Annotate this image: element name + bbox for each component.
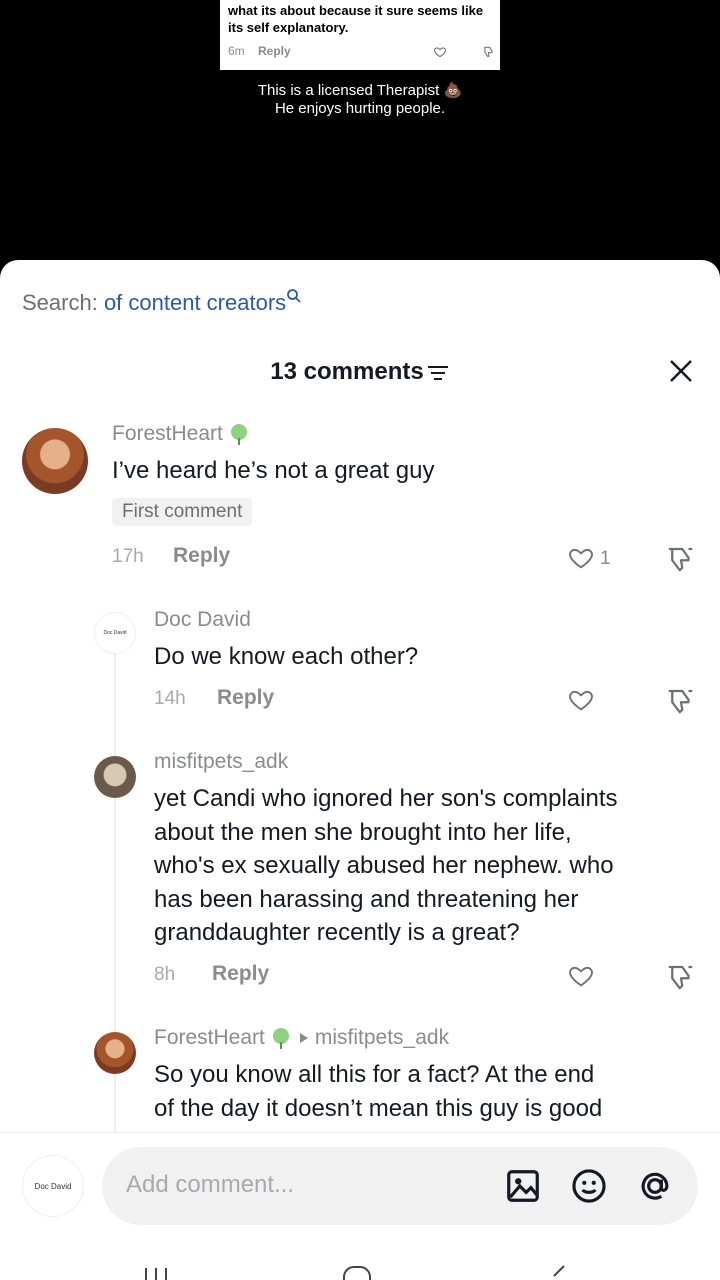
search-query-link[interactable]: of content creators: [104, 290, 286, 315]
like-count: 1: [600, 548, 611, 569]
dislike-icon[interactable]: [666, 686, 696, 716]
comment-text: So you know all this for a fact? At the …: [154, 1058, 704, 1125]
tree-emoji-icon: [230, 424, 247, 446]
video-caption: This is a licensed Therapist 💩 He enjoys…: [0, 82, 720, 118]
comment-input-placeholder: Add comment...: [126, 1171, 295, 1198]
quoted-comment-text: what its about because it sure seems lik…: [228, 3, 484, 35]
comment-input[interactable]: Add comment...: [102, 1147, 698, 1225]
comment-time: 17h: [112, 546, 144, 567]
comment-count-row: 13 comments: [0, 358, 720, 386]
mention-icon[interactable]: [636, 1167, 674, 1205]
comments-header: 13 comments: [0, 356, 720, 390]
avatar-text: Doc David: [103, 630, 127, 636]
comment-line: about the men she brought into her life,: [154, 818, 572, 846]
caption-line-2: He enjoys hurting people.: [274, 100, 446, 117]
recent-apps-icon[interactable]: [142, 1264, 170, 1280]
heart-icon[interactable]: [566, 544, 596, 572]
avatar[interactable]: [94, 756, 136, 798]
avatar[interactable]: [22, 428, 88, 494]
comment-line: who's ex sexually abused her nephew. who: [154, 852, 614, 879]
comment-username[interactable]: ForestHeart: [112, 422, 251, 446]
system-nav-bar: [0, 1262, 720, 1280]
comment-username[interactable]: ForestHeart misfitpets_adk: [154, 1026, 449, 1050]
comment-line: So you know all this for a fact? At the …: [154, 1061, 595, 1088]
heart-icon[interactable]: [566, 962, 596, 990]
filter-icon[interactable]: [426, 363, 450, 383]
comment-line: yet Candi who ignored her son's complain…: [154, 785, 618, 812]
comment-text: Do we know each other?: [154, 643, 419, 670]
comment-line: of the day it doesn’t mean this guy is g…: [154, 1094, 603, 1122]
comment-count: 13 comments: [270, 358, 424, 385]
tree-emoji-icon: [272, 1028, 289, 1050]
username-text[interactable]: ForestHeart: [154, 1026, 265, 1049]
username-text[interactable]: ForestHeart: [112, 422, 223, 445]
search-suggestion[interactable]: Search: of content creators: [22, 288, 302, 316]
quoted-comment-reply: Reply: [258, 44, 291, 58]
close-icon[interactable]: [666, 356, 696, 386]
reply-button[interactable]: Reply: [212, 962, 269, 986]
back-icon[interactable]: [548, 1264, 568, 1280]
comment-line: granddaughter recently is a great?: [154, 919, 520, 946]
avatar[interactable]: Doc David: [94, 612, 136, 654]
video-area[interactable]: what its about because it sure seems lik…: [0, 0, 720, 272]
dislike-icon[interactable]: [666, 544, 696, 574]
comment-text: yet Candi who ignored her son's complain…: [154, 782, 704, 950]
quoted-comment-meta: 6m Reply: [228, 44, 291, 58]
reply-arrow-icon: [299, 1033, 308, 1044]
caption-line-1: This is a licensed Therapist 💩: [257, 82, 463, 99]
avatar-text: Doc David: [34, 1181, 72, 1191]
my-avatar[interactable]: Doc David: [22, 1155, 84, 1217]
comment-text: I’ve heard he’s not a great guy: [112, 457, 435, 484]
search-icon[interactable]: [286, 288, 302, 304]
reply-to-username[interactable]: misfitpets_adk: [315, 1026, 449, 1049]
comment-line: has been harassing and threatening her: [154, 885, 579, 913]
avatar[interactable]: [94, 1032, 136, 1074]
dislike-icon: [484, 46, 493, 58]
image-icon[interactable]: [504, 1167, 542, 1205]
dislike-icon[interactable]: [666, 962, 696, 992]
quoted-comment-card: what its about because it sure seems lik…: [220, 0, 500, 70]
heart-icon: [433, 47, 447, 58]
comment-username[interactable]: Doc David: [154, 608, 251, 632]
comments-sheet: Search: of content creators 13 comments …: [0, 260, 720, 1280]
search-label: Search:: [22, 290, 104, 315]
reply-button[interactable]: Reply: [173, 544, 230, 568]
reply-button[interactable]: Reply: [217, 686, 274, 710]
comment-composer: Doc David Add comment...: [0, 1132, 720, 1280]
first-comment-badge: First comment: [112, 498, 253, 526]
quoted-comment-time: 6m: [228, 44, 245, 58]
home-icon[interactable]: [342, 1264, 372, 1280]
comment-username[interactable]: misfitpets_adk: [154, 750, 288, 774]
emoji-icon[interactable]: [570, 1167, 608, 1205]
comment-time: 14h: [154, 688, 186, 709]
comment-time: 8h: [154, 964, 176, 985]
heart-icon[interactable]: [566, 686, 596, 714]
